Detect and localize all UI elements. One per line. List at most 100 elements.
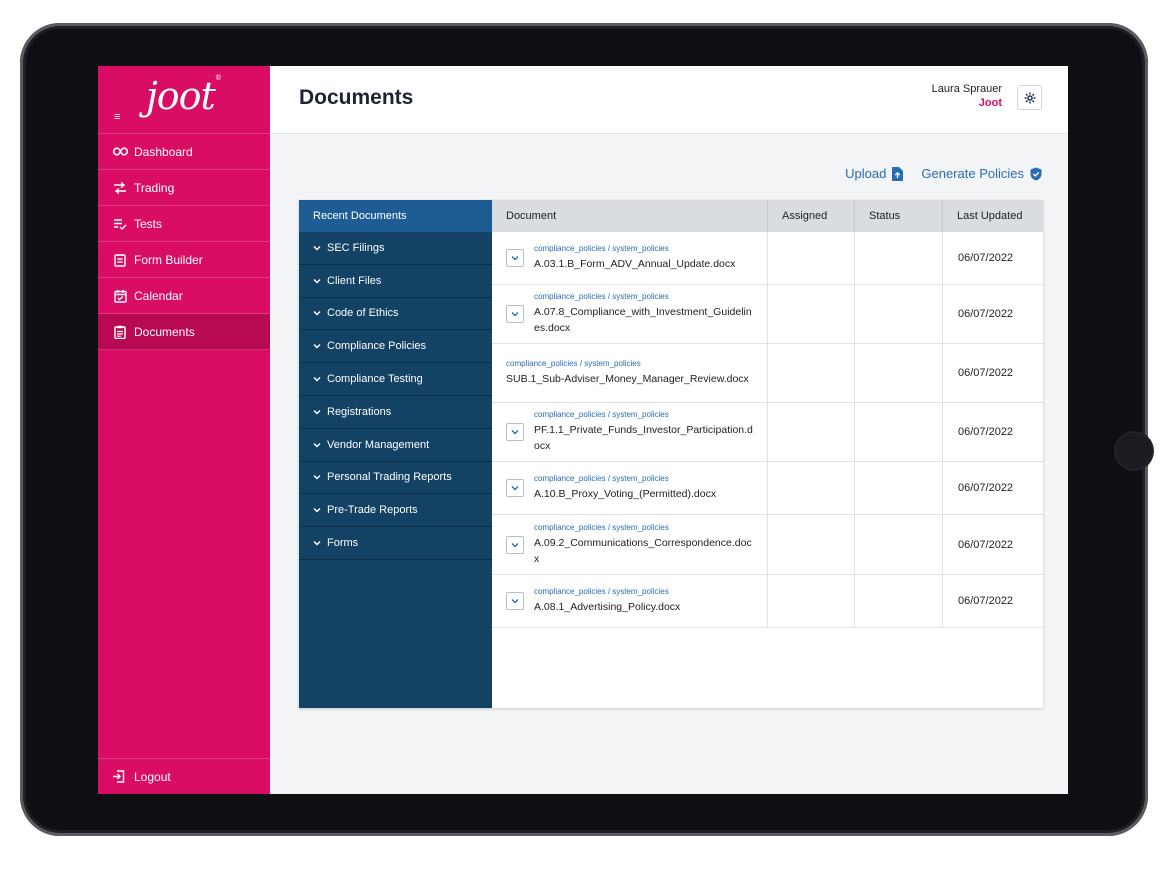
chevron-down-icon xyxy=(313,376,321,382)
folder-item[interactable]: Client Files xyxy=(299,265,492,298)
folder-item[interactable]: Compliance Policies xyxy=(299,330,492,364)
table-row[interactable]: compliance_policies / system_policies PF.… xyxy=(492,403,1043,462)
chevron-down-icon xyxy=(313,343,321,349)
form-icon xyxy=(112,252,128,268)
logo-text: joot xyxy=(146,74,216,118)
expand-row-button[interactable] xyxy=(506,249,524,267)
chevron-down-icon xyxy=(511,485,519,491)
folder-item[interactable]: SEC Filings xyxy=(299,232,492,265)
folder-label: Registrations xyxy=(327,405,392,418)
assigned-cell xyxy=(768,344,855,402)
sidebar-item-trading[interactable]: Trading xyxy=(98,170,270,206)
document-path-link[interactable]: compliance_policies / system_policies xyxy=(534,474,716,483)
document-path-link[interactable]: compliance_policies / system_policies xyxy=(534,410,753,419)
logout-icon xyxy=(110,769,126,785)
folder-list: Recent Documents SEC Filings Client File… xyxy=(299,200,492,708)
document-name-link[interactable]: PF.1.1_Private_Funds_Investor_Participat… xyxy=(534,422,753,454)
assigned-cell xyxy=(768,232,855,284)
folder-item[interactable]: Compliance Testing xyxy=(299,363,492,396)
document-name-link[interactable]: A.03.1.B_Form_ADV_Annual_Update.docx xyxy=(534,256,735,272)
generate-policies-button[interactable]: Generate Policies xyxy=(921,166,1042,181)
folder-item[interactable]: Code of Ethics xyxy=(299,298,492,331)
document-cell: compliance_policies / system_policies PF.… xyxy=(492,403,768,461)
settings-button[interactable] xyxy=(1017,85,1042,110)
last-updated-cell: 06/07/2022 xyxy=(958,595,1014,607)
expand-row-button[interactable] xyxy=(506,423,524,441)
status-cell xyxy=(855,232,943,284)
gear-icon xyxy=(1024,92,1036,104)
logout-button[interactable]: Logout xyxy=(98,758,270,794)
infinity-icon xyxy=(112,144,128,160)
document-name-link[interactable]: A.07.8_Compliance_with_Investment_Guidel… xyxy=(534,304,753,336)
sidebar-item-form-builder[interactable]: Form Builder xyxy=(98,242,270,278)
document-path-link[interactable]: compliance_policies / system_policies xyxy=(534,523,753,532)
expand-row-button[interactable] xyxy=(506,479,524,497)
last-updated-cell: 06/07/2022 xyxy=(958,426,1014,438)
folder-item[interactable]: Pre-Trade Reports xyxy=(299,494,492,528)
folder-label: SEC Filings xyxy=(327,241,385,254)
expand-row-button[interactable] xyxy=(506,305,524,323)
menu-icon[interactable]: ≡ xyxy=(114,111,120,123)
shield-check-icon xyxy=(1030,167,1042,181)
column-header-document[interactable]: Document xyxy=(492,200,768,232)
chevron-down-icon xyxy=(511,598,519,604)
sidebar-item-label: Calendar xyxy=(134,288,183,303)
document-path-link[interactable]: compliance_policies / system_policies xyxy=(506,359,749,368)
document-cell: compliance_policies / system_policies A.0… xyxy=(492,232,768,284)
document-cell: compliance_policies / system_policies A.1… xyxy=(492,462,768,514)
status-cell xyxy=(855,285,943,343)
sidebar-item-dashboard[interactable]: Dashboard xyxy=(98,134,270,170)
swap-icon xyxy=(112,180,128,196)
chevron-down-icon xyxy=(313,409,321,415)
last-updated-cell: 06/07/2022 xyxy=(958,308,1014,320)
table-row[interactable]: compliance_policies / system_policies A.0… xyxy=(492,232,1043,285)
document-name-link[interactable]: SUB.1_Sub-Adviser_Money_Manager_Review.d… xyxy=(506,371,749,387)
upload-button[interactable]: Upload xyxy=(845,166,904,181)
chevron-down-icon xyxy=(511,255,519,261)
page-title: Documents xyxy=(299,86,414,109)
folder-item[interactable]: Vendor Management xyxy=(299,429,492,462)
folder-label: Forms xyxy=(327,537,359,550)
folder-item[interactable]: Forms xyxy=(299,527,492,560)
chevron-down-icon xyxy=(313,474,321,480)
table-row[interactable]: compliance_policies / system_policies A.0… xyxy=(492,575,1043,628)
chevron-down-icon xyxy=(313,245,321,251)
assigned-cell xyxy=(768,515,855,574)
document-path-link[interactable]: compliance_policies / system_policies xyxy=(534,587,680,596)
sidebar-item-tests[interactable]: Tests xyxy=(98,206,270,242)
main-content: Documents Laura Sprauer Joot Upload Gene… xyxy=(270,66,1068,794)
last-updated-cell: 06/07/2022 xyxy=(958,538,1014,551)
column-header-status[interactable]: Status xyxy=(855,200,943,232)
sidebar-item-documents[interactable]: Documents xyxy=(98,314,270,350)
chevron-down-icon xyxy=(313,442,321,448)
sidebar-item-calendar[interactable]: Calendar xyxy=(98,278,270,314)
last-updated-cell: 06/07/2022 xyxy=(958,482,1014,494)
document-name-link[interactable]: A.10.B_Proxy_Voting_(Permitted).docx xyxy=(534,486,716,502)
table-row[interactable]: compliance_policies / system_policies A.0… xyxy=(492,515,1043,575)
table-row[interactable]: compliance_policies / system_policies A.1… xyxy=(492,462,1043,515)
calendar-icon xyxy=(112,288,128,304)
folder-item[interactable]: Personal Trading Reports xyxy=(299,462,492,495)
folder-item[interactable]: Registrations xyxy=(299,396,492,429)
table-row[interactable]: compliance_policies / system_policies A.0… xyxy=(492,285,1043,344)
upload-label: Upload xyxy=(845,166,887,181)
chevron-down-icon xyxy=(511,542,519,548)
column-header-assigned[interactable]: Assigned xyxy=(768,200,855,232)
expand-row-button[interactable] xyxy=(506,535,524,554)
chevron-down-icon xyxy=(313,540,321,546)
document-name-link[interactable]: A.08.1_Advertising_Policy.docx xyxy=(534,599,680,615)
generate-label: Generate Policies xyxy=(921,166,1024,181)
document-path-link[interactable]: compliance_policies / system_policies xyxy=(534,244,735,253)
column-header-last-updated[interactable]: Last Updated xyxy=(943,200,1043,232)
last-updated-cell: 06/07/2022 xyxy=(958,367,1014,379)
joot-logo[interactable]: joot® xyxy=(146,74,222,118)
document-path-link[interactable]: compliance_policies / system_policies xyxy=(534,292,753,301)
sidebar: joot® ≡ Dashboard Trading Tests Form Bui… xyxy=(98,66,270,794)
upload-file-icon xyxy=(892,166,904,181)
clipboard-icon xyxy=(112,324,128,340)
table-header: Document Assigned Status Last Updated xyxy=(492,200,1043,232)
table-row[interactable]: compliance_policies / system_policies SUB… xyxy=(492,344,1043,403)
folder-recent-documents[interactable]: Recent Documents xyxy=(299,200,492,232)
expand-row-button[interactable] xyxy=(506,592,524,610)
document-name-link[interactable]: A.09.2_Communications_Correspondence.doc… xyxy=(534,535,753,567)
